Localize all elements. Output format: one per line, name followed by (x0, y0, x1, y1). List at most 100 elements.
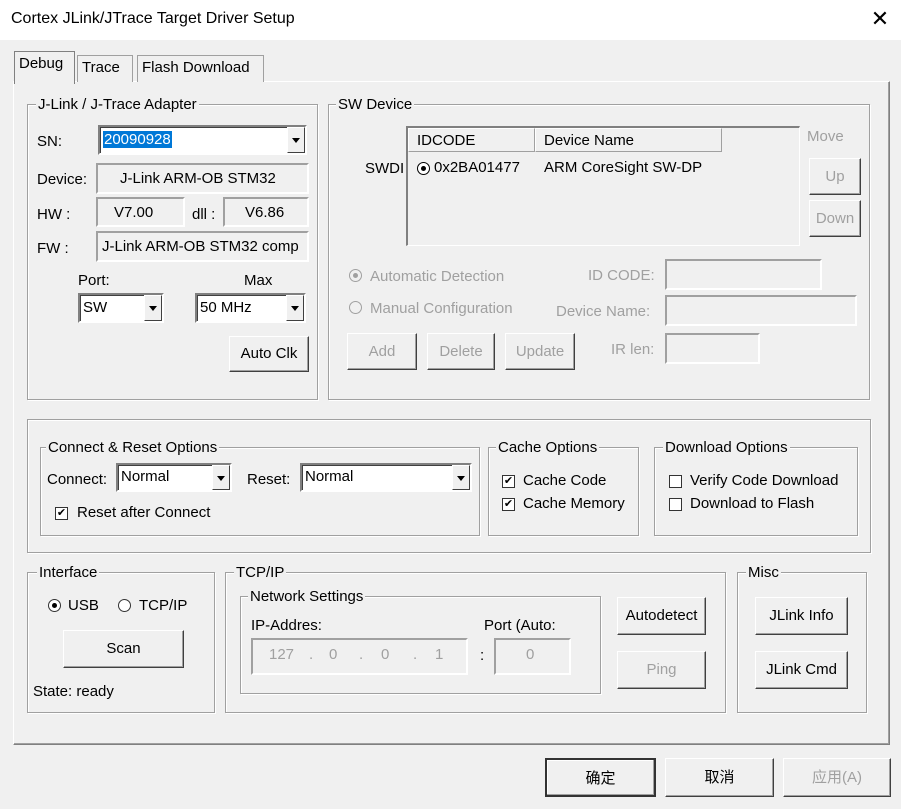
sn-value: 20090928 (103, 131, 172, 148)
ip-address-field[interactable]: 127 . 0 . 0 . 1 (251, 638, 468, 675)
chevron-down-icon[interactable] (287, 127, 305, 153)
download-to-flash-label: Download to Flash (690, 495, 815, 512)
close-icon[interactable]: ✕ (866, 6, 894, 34)
port-colon: : (480, 647, 485, 664)
scan-button[interactable]: Scan (63, 630, 184, 668)
delete-button[interactable]: Delete (427, 333, 495, 370)
auto-detect-label: Automatic Detection (370, 268, 505, 285)
hw-label: HW : (37, 206, 71, 223)
sw-device-legend: SW Device (336, 96, 415, 114)
col-device-name-header[interactable]: Device Name (535, 128, 722, 152)
radio-selected-icon (417, 162, 430, 175)
tcpip-radio[interactable] (118, 599, 131, 612)
chevron-down-icon[interactable] (212, 465, 230, 490)
autodetect-button[interactable]: Autodetect (617, 597, 706, 635)
reset-label: Reset: (247, 471, 291, 488)
apply-button[interactable]: 应用(A) (783, 758, 891, 797)
verify-download-label: Verify Code Download (690, 472, 839, 489)
tcp-port-field[interactable]: 0 (494, 638, 571, 675)
max-label: Max (244, 272, 273, 289)
ir-len-field[interactable] (665, 333, 760, 364)
connect-value: Normal (121, 468, 170, 485)
max-clock-dropdown[interactable]: 50 MHz (195, 293, 306, 323)
jlink-info-button[interactable]: JLink Info (755, 597, 848, 635)
port-auto-label: Port (Auto: (484, 617, 556, 634)
cache-memory-label: Cache Memory (523, 495, 625, 512)
ip-octet-2: 0 (329, 646, 338, 663)
tab-debug[interactable]: Debug (14, 51, 75, 84)
checkmark-icon: ✔ (56, 507, 67, 519)
sn-dropdown[interactable]: 20090928 (98, 125, 307, 155)
usb-radio[interactable] (48, 599, 61, 612)
ip-octet-1: 127 (269, 646, 295, 663)
tab-trace[interactable]: Trace (77, 55, 133, 82)
chevron-down-icon[interactable] (452, 465, 470, 490)
device-name-label: Device Name: (556, 303, 651, 320)
ip-address-label: IP-Addres: (251, 617, 322, 634)
id-code-label: ID CODE: (588, 267, 655, 284)
manual-config-label: Manual Configuration (370, 300, 513, 317)
reset-after-connect-checkbox[interactable]: ✔ (55, 507, 68, 520)
tab-debug-label: Debug (19, 55, 64, 72)
col-idcode-header[interactable]: IDCODE (408, 128, 535, 152)
window-title: Cortex JLink/JTrace Target Driver Setup (11, 10, 295, 27)
download-to-flash-checkbox[interactable] (669, 498, 682, 511)
list-item[interactable]: 0x2BA01477 ARM CoreSight SW-DP (408, 155, 798, 179)
checkmark-icon: ✔ (503, 475, 514, 487)
id-code-field[interactable] (665, 259, 822, 290)
auto-detect-radio[interactable] (349, 269, 362, 282)
device-field: J-Link ARM-OB STM32 (96, 163, 309, 194)
max-clock-value: 50 MHz (200, 299, 252, 316)
connect-dropdown[interactable]: Normal (116, 463, 232, 492)
state-text: State: ready (33, 683, 114, 700)
connect-reset-legend: Connect & Reset Options (46, 439, 220, 457)
move-up-button[interactable]: Up (809, 158, 861, 195)
tcpip-legend: TCP/IP (234, 564, 287, 582)
tcpip-radio-label: TCP/IP (139, 597, 188, 614)
cache-options-group (488, 447, 639, 536)
ip-octet-4: 1 (435, 646, 444, 663)
adapter-legend: J-Link / J-Trace Adapter (36, 96, 199, 114)
fw-label: FW : (37, 240, 69, 257)
jlink-cmd-button[interactable]: JLink Cmd (755, 651, 848, 689)
manual-config-radio[interactable] (349, 301, 362, 314)
reset-dropdown[interactable]: Normal (300, 463, 472, 492)
tab-flash-download-label: Flash Download (142, 59, 250, 76)
cache-memory-checkbox[interactable]: ✔ (502, 498, 515, 511)
download-options-legend: Download Options (663, 439, 790, 457)
chevron-down-icon[interactable] (286, 295, 304, 321)
checkmark-icon: ✔ (503, 498, 514, 510)
title-bar: Cortex JLink/JTrace Target Driver Setup … (0, 0, 901, 40)
dll-label: dll : (192, 206, 216, 223)
ip-dot: . (309, 646, 314, 663)
interface-legend: Interface (37, 564, 100, 582)
chevron-down-icon[interactable] (144, 295, 162, 321)
auto-clk-button[interactable]: Auto Clk (229, 336, 309, 372)
tab-flash-download[interactable]: Flash Download (137, 55, 264, 82)
ping-button[interactable]: Ping (617, 651, 706, 689)
sw-device-list[interactable]: IDCODE Device Name 0x2BA01477 ARM CoreSi… (406, 126, 800, 246)
cancel-button[interactable]: 取消 (665, 758, 774, 797)
ok-button[interactable]: 确定 (545, 758, 656, 797)
ip-dot: . (359, 646, 364, 663)
download-options-group (654, 447, 858, 536)
device-name-field[interactable] (665, 295, 857, 326)
tab-trace-label: Trace (82, 59, 120, 76)
move-down-button[interactable]: Down (809, 200, 861, 237)
port-dropdown[interactable]: SW (78, 293, 164, 323)
usb-label: USB (68, 597, 99, 614)
sn-label: SN: (37, 133, 63, 150)
verify-download-checkbox[interactable] (669, 475, 682, 488)
update-button[interactable]: Update (505, 333, 575, 370)
cache-code-label: Cache Code (523, 472, 607, 489)
connect-label: Connect: (47, 471, 108, 488)
misc-group (737, 572, 867, 713)
ip-dot: . (413, 646, 418, 663)
network-settings-legend: Network Settings (248, 588, 366, 606)
misc-legend: Misc (746, 564, 781, 582)
add-button[interactable]: Add (347, 333, 417, 370)
reset-value: Normal (305, 468, 354, 485)
cache-code-checkbox[interactable]: ✔ (502, 475, 515, 488)
hw-field: V7.00 (96, 197, 185, 227)
device-label: Device: (37, 171, 88, 188)
